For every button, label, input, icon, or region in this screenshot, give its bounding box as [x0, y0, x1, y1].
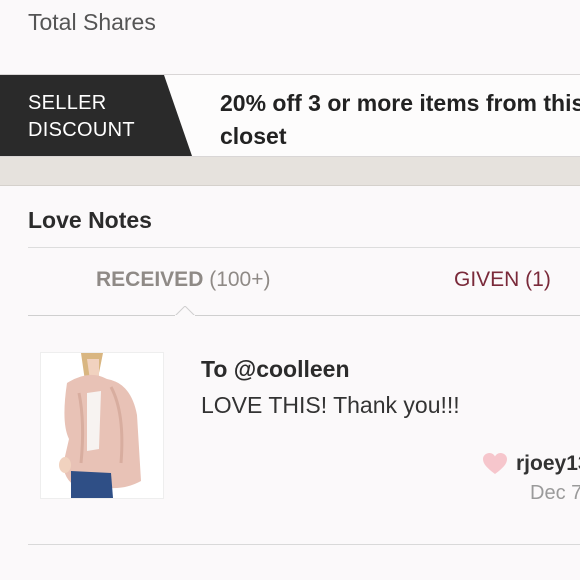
seller-discount-banner: SELLER DISCOUNT 20% off 3 or more items …	[0, 74, 580, 157]
section-divider	[0, 157, 580, 186]
tab-received-count: (100+)	[209, 268, 271, 291]
note-sender-username[interactable]: rjoey13	[516, 452, 580, 476]
note-message: LOVE THIS! Thank you!!!	[201, 392, 460, 418]
total-shares-label: Total Shares	[28, 9, 156, 35]
title-divider	[28, 247, 580, 248]
item-thumbnail[interactable]	[40, 352, 164, 499]
heart-icon	[483, 453, 507, 474]
seller-discount-tag: SELLER DISCOUNT	[0, 75, 192, 156]
tab-received[interactable]: RECEIVED (100+)	[96, 268, 271, 292]
love-notes-title: Love Notes	[28, 207, 152, 233]
love-note-item[interactable]: To @coolleen LOVE THIS! Thank you!!! rjo…	[28, 342, 580, 544]
note-recipient[interactable]: To @coolleen	[201, 356, 350, 383]
seller-discount-text: 20% off 3 or more items from this closet	[220, 90, 580, 149]
jacket-image-icon	[41, 353, 163, 498]
note-date: Dec 7	[530, 482, 580, 504]
seller-discount-tag-line1: SELLER	[28, 92, 107, 114]
active-tab-caret-icon	[175, 306, 195, 316]
love-notes-screen: Total Shares SELLER DISCOUNT 20% off 3 o…	[0, 0, 580, 580]
list-divider	[28, 544, 580, 545]
tab-given[interactable]: GIVEN (1)	[454, 268, 551, 292]
seller-discount-tag-line2: DISCOUNT	[28, 119, 135, 141]
tab-received-label: RECEIVED	[96, 268, 204, 291]
love-notes-tabs: RECEIVED (100+) GIVEN (1)	[28, 258, 580, 316]
